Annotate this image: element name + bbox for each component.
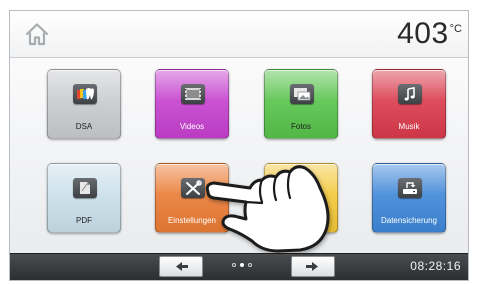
music-note-icon [398,84,422,104]
tile-fotos[interactable]: Fotos [264,69,338,139]
tile-label: Datensicherung [380,216,438,225]
temperature-value: 403 [397,17,449,50]
touchscreen: 403 °C DSA Videos Fotos Musik PDF Einste… [9,10,469,281]
wrench-screwdriver-icon [181,178,205,198]
tile-label: Musik [398,122,420,131]
back-button[interactable] [159,256,203,277]
backup-drive-icon [398,178,422,198]
page-dot [248,263,252,267]
tile-label: PDF [76,216,92,225]
tile-dsa[interactable]: DSA [47,69,121,139]
document-icon [73,178,97,198]
tile-label: Einstellungen [167,216,217,225]
clock: 08:28:16 [410,259,461,273]
forward-button[interactable] [291,256,335,277]
arrow-left-icon [176,262,188,271]
tile-music-2[interactable] [264,163,338,233]
tile-musik[interactable]: Musik [372,69,446,139]
photos-icon [290,84,314,104]
tile-videos[interactable]: Videos [155,69,229,139]
home-icon [25,23,49,46]
tile-datensicherung[interactable]: Datensicherung [372,163,446,233]
arrow-right-icon [306,262,318,271]
page-indicator [232,263,252,267]
page-dot [232,263,236,267]
app-grid: DSA Videos Fotos Musik PDF Einstellungen… [10,58,468,255]
temperature-unit: °C [449,23,462,35]
tile-einstellungen[interactable]: Einstellungen [155,163,229,233]
temperature-display: 403 °C [397,17,462,51]
tile-pdf[interactable]: PDF [47,163,121,233]
tile-label: Fotos [290,122,311,131]
page-dot-active [240,263,244,267]
music-note-icon [290,178,314,198]
home-button[interactable] [24,21,50,47]
tooth-color-icon [73,84,97,104]
tile-label: DSA [75,122,93,131]
footer-bar: 08:28:16 [10,253,468,280]
film-icon [181,84,205,104]
tile-label: Videos [179,122,205,131]
header-bar: 403 °C [10,11,468,58]
